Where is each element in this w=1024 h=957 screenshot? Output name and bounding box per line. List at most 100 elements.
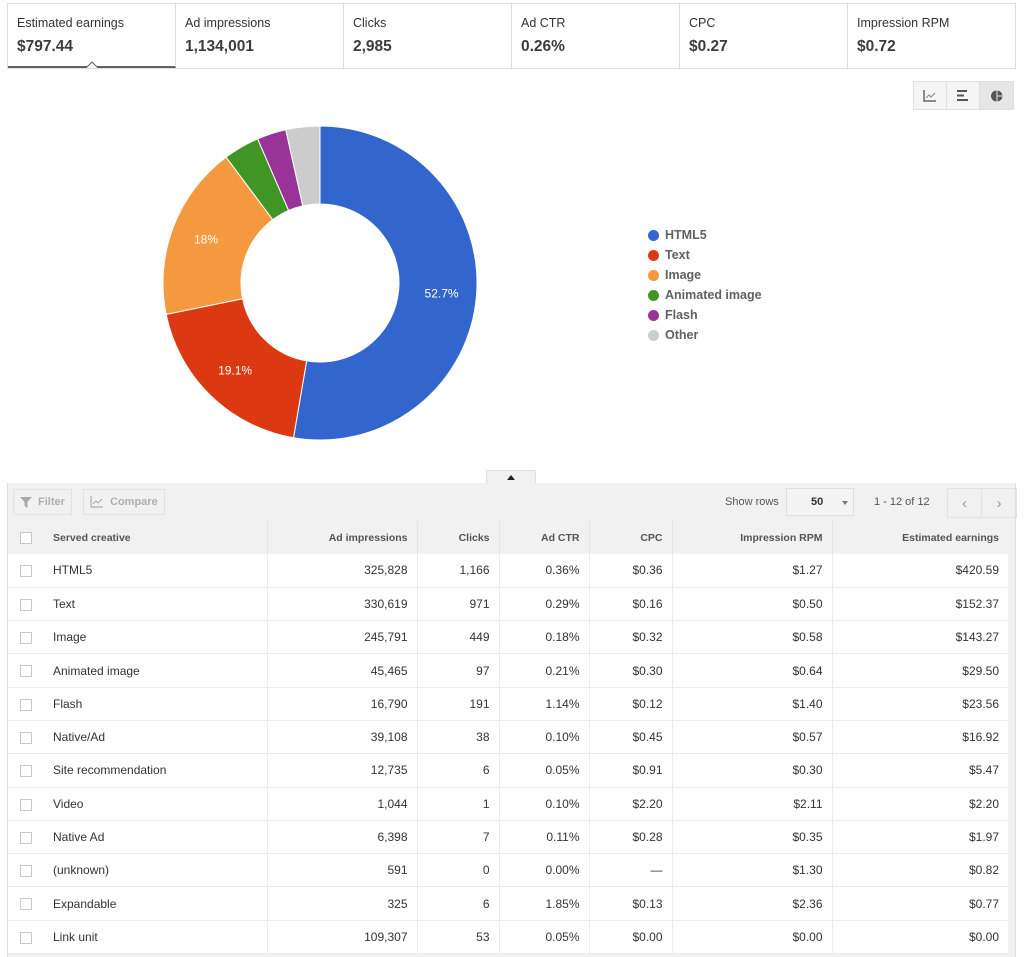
cell-ad-ctr: 0.18%	[499, 620, 590, 655]
select-all-cell	[8, 521, 44, 554]
legend-swatch	[648, 309, 659, 321]
legend-item[interactable]: Animated image	[648, 285, 762, 305]
collapse-chart-button[interactable]	[486, 470, 536, 484]
cell-served-creative: (unknown)	[44, 853, 268, 888]
cell-clicks: 971	[417, 587, 500, 622]
cell-impression-rpm: $0.30	[672, 753, 833, 788]
row-checkbox[interactable]	[20, 765, 32, 778]
cell-ad-ctr: 0.29%	[499, 587, 590, 622]
table-row: Video 1,044 1 0.10% $2.20 $2.11 $2.20	[8, 787, 1008, 821]
cell-clicks: 6	[417, 886, 500, 921]
legend-item[interactable]: Flash	[648, 305, 762, 325]
pie-chart-icon	[990, 90, 1002, 101]
cell-estimated-earnings: $29.50	[832, 653, 1008, 688]
table-toolbar: Filter Compare Show rows 50 1 - 12 of 12…	[8, 483, 1017, 521]
cell-served-creative: Native/Ad	[44, 720, 268, 755]
cell-served-creative: Link unit	[44, 920, 268, 955]
cell-clicks: 97	[417, 653, 500, 688]
rows-per-page-select[interactable]: 50	[786, 488, 854, 516]
cell-impression-rpm: $0.57	[672, 720, 833, 755]
legend-item[interactable]: Other	[648, 325, 762, 345]
cell-cpc: —	[589, 853, 673, 888]
column-header-served-creative[interactable]: Served creative	[44, 521, 268, 554]
row-select-cell	[8, 720, 44, 755]
slice-data-label: 19.1%	[218, 364, 252, 378]
table-header-row: Served creative Ad impressions Clicks Ad…	[8, 521, 1008, 554]
row-checkbox[interactable]	[20, 698, 32, 711]
legend-item[interactable]: HTML5	[648, 225, 762, 245]
scorecard-label: Estimated earnings	[17, 16, 125, 30]
row-select-cell	[8, 687, 44, 721]
pie-chart-button[interactable]	[980, 82, 1013, 109]
pagination-controls: ‹ ›	[947, 488, 1017, 518]
active-caret-icon	[86, 61, 98, 68]
line-chart-button[interactable]	[914, 82, 947, 109]
scorecard-ad-impressions[interactable]: Ad impressions 1,134,001	[176, 4, 344, 68]
table-row: Text 330,619 971 0.29% $0.16 $0.50 $152.37	[8, 587, 1008, 622]
cell-estimated-earnings: $23.56	[832, 687, 1008, 721]
scorecard-value: $0.72	[857, 38, 896, 55]
scorecard-ad-ctr[interactable]: Ad CTR 0.26%	[512, 4, 680, 68]
column-header-estimated-earnings[interactable]: Estimated earnings	[832, 521, 1008, 554]
cell-ad-ctr: 0.00%	[499, 853, 590, 888]
donut-slice-html5[interactable]	[292, 125, 478, 441]
scorecard-clicks[interactable]: Clicks 2,985	[344, 4, 512, 68]
scorecard-value: 1,134,001	[185, 38, 254, 55]
cell-ad-impressions: 109,307	[267, 920, 418, 955]
filter-button[interactable]: Filter	[13, 489, 72, 515]
cell-impression-rpm: $0.58	[672, 620, 833, 655]
cell-estimated-earnings: $420.59	[832, 554, 1008, 588]
cell-ad-ctr: 0.36%	[499, 554, 590, 588]
cell-ad-ctr: 1.14%	[499, 687, 590, 721]
row-checkbox[interactable]	[20, 831, 32, 844]
row-checkbox[interactable]	[20, 665, 32, 678]
column-header-impression-rpm[interactable]: Impression RPM	[672, 521, 833, 554]
cell-cpc: $0.91	[589, 753, 673, 788]
caret-up-icon	[507, 475, 515, 480]
filter-icon	[20, 496, 32, 508]
compare-button[interactable]: Compare	[83, 489, 165, 515]
column-header-ad-impressions[interactable]: Ad impressions	[267, 521, 418, 554]
pagination-range: 1 - 12 of 12	[874, 496, 930, 508]
row-checkbox[interactable]	[20, 898, 32, 911]
scorecard-impression-rpm[interactable]: Impression RPM $0.72	[848, 4, 1015, 68]
row-checkbox[interactable]	[20, 798, 32, 811]
row-checkbox[interactable]	[20, 865, 32, 878]
legend-swatch	[648, 329, 659, 341]
table-row: Animated image 45,465 97 0.21% $0.30 $0.64 $29…	[8, 653, 1008, 688]
cell-impression-rpm: $2.36	[672, 886, 833, 921]
row-select-cell	[8, 787, 44, 821]
column-header-ad-ctr[interactable]: Ad CTR	[499, 521, 590, 554]
column-header-clicks[interactable]: Clicks	[417, 521, 500, 554]
row-checkbox[interactable]	[20, 731, 32, 744]
chevron-right-icon: ›	[996, 494, 1002, 512]
legend-item[interactable]: Image	[648, 265, 762, 285]
prev-page-button[interactable]: ‹	[948, 489, 982, 517]
next-page-button[interactable]: ›	[982, 489, 1016, 517]
select-all-checkbox[interactable]	[20, 531, 32, 544]
row-checkbox[interactable]	[20, 931, 32, 944]
scorecard-value: $797.44	[17, 38, 74, 55]
cell-served-creative: Native Ad	[44, 820, 268, 855]
scorecard-cpc[interactable]: CPC $0.27	[680, 4, 848, 68]
cell-ad-impressions: 12,735	[267, 753, 418, 788]
row-select-cell	[8, 920, 44, 955]
rows-per-page-value: 50	[811, 496, 824, 508]
table-row: Flash 16,790 191 1.14% $0.12 $1.40 $23.56	[8, 687, 1008, 721]
row-select-cell	[8, 620, 44, 655]
cell-clicks: 7	[417, 820, 500, 855]
row-checkbox[interactable]	[20, 632, 32, 645]
cell-impression-rpm: $2.11	[672, 787, 833, 821]
row-select-cell	[8, 587, 44, 622]
cell-estimated-earnings: $0.77	[832, 886, 1008, 921]
row-checkbox[interactable]	[20, 598, 32, 611]
column-header-cpc[interactable]: CPC	[589, 521, 673, 554]
row-checkbox[interactable]	[20, 565, 32, 578]
legend-item[interactable]: Text	[648, 245, 762, 265]
bar-chart-button[interactable]	[947, 82, 980, 109]
cell-clicks: 53	[417, 920, 500, 955]
scorecard-estimated-earnings[interactable]: Estimated earnings $797.44	[8, 4, 176, 68]
bar-chart-icon	[957, 90, 968, 101]
cell-served-creative: Site recommendation	[44, 753, 268, 788]
line-chart-icon	[923, 89, 936, 102]
